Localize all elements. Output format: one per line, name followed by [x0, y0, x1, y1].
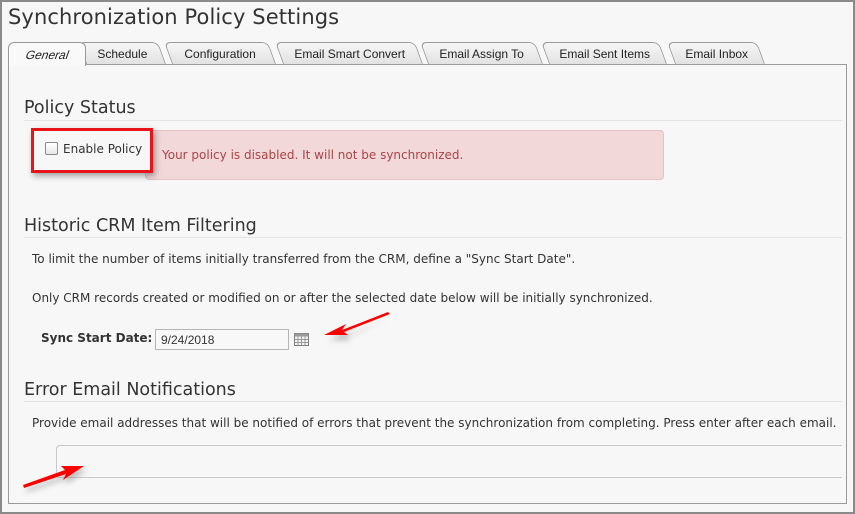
tab-bar: General Schedule Configuration Email Sma…: [8, 42, 848, 66]
page-title: Synchronization Policy Settings: [8, 5, 340, 29]
tab-email-inbox[interactable]: Email Inbox: [666, 42, 765, 64]
tab-schedule[interactable]: Schedule: [77, 42, 166, 64]
tab-email-smart-convert[interactable]: Email Smart Convert: [274, 42, 423, 64]
tab-email-assign-to[interactable]: Email Assign To: [419, 42, 543, 64]
sync-start-date-input[interactable]: 9/24/2018: [155, 329, 289, 350]
enable-policy-label[interactable]: Enable Policy: [63, 142, 142, 156]
tab-email-sent-items[interactable]: Email Sent Items: [540, 42, 667, 64]
policy-status-heading: Policy Status: [24, 98, 136, 118]
historic-description-1: To limit the number of items initially t…: [32, 252, 576, 266]
tab-general[interactable]: General: [8, 42, 86, 66]
historic-filtering-heading: Historic CRM Item Filtering: [24, 216, 257, 236]
enable-policy-highlight: Enable Policy: [31, 128, 153, 173]
error-email-description: Provide email addresses that will be not…: [32, 416, 837, 430]
alert-text: Your policy is disabled. It will not be …: [162, 148, 464, 162]
tab-configuration[interactable]: Configuration: [163, 42, 276, 64]
calendar-icon[interactable]: [294, 333, 309, 346]
divider: [24, 401, 842, 402]
enable-policy-checkbox[interactable]: [45, 142, 58, 155]
error-email-heading: Error Email Notifications: [24, 380, 236, 400]
divider: [24, 120, 842, 121]
divider: [24, 237, 842, 238]
policy-disabled-alert: Your policy is disabled. It will not be …: [145, 130, 664, 180]
historic-description-2: Only CRM records created or modified on …: [32, 291, 653, 305]
error-email-input[interactable]: [56, 445, 842, 478]
sync-start-date-label: Sync Start Date:: [41, 331, 153, 345]
